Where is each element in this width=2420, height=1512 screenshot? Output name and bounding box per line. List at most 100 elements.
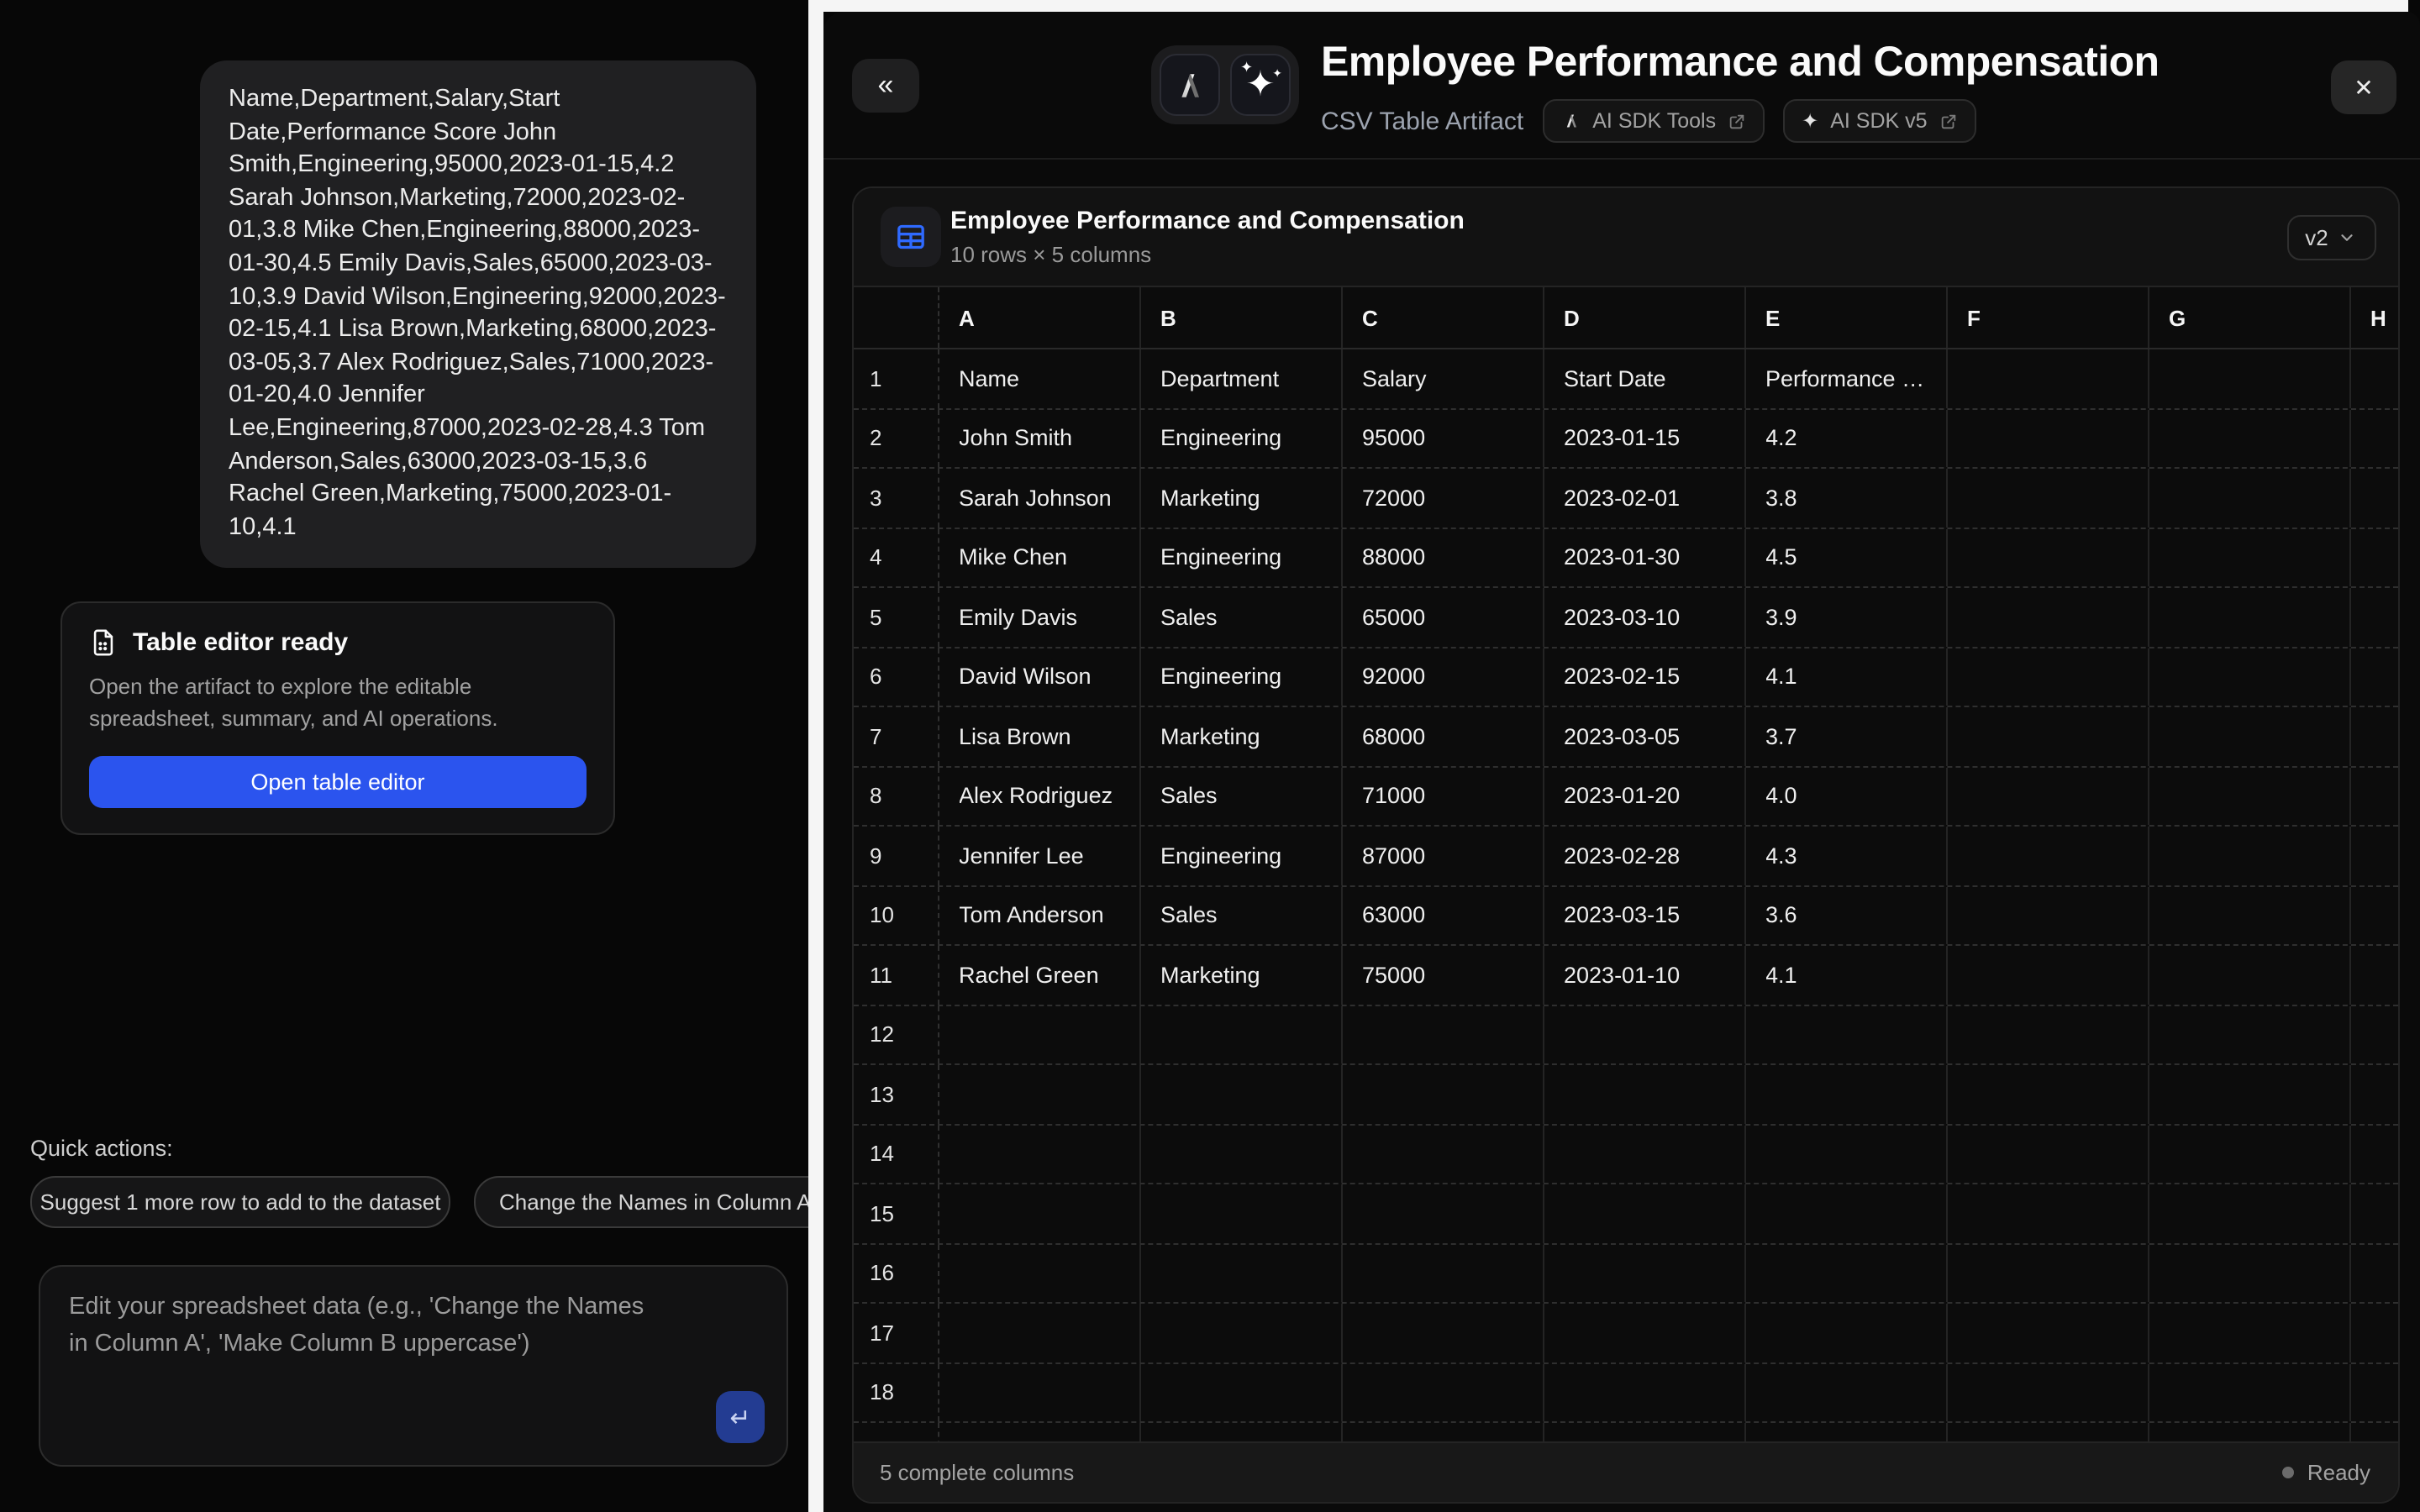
sheet-cell-f3[interactable] (1947, 469, 2149, 527)
row-number[interactable]: 2 (853, 409, 939, 467)
sheet-cell-c14[interactable] (1342, 1125, 1544, 1183)
sheet-cell-g11[interactable] (2149, 946, 2350, 1004)
row-number[interactable]: 7 (853, 707, 939, 765)
sheet-cell-d18[interactable] (1544, 1363, 1745, 1421)
sheet-cell-e13[interactable] (1745, 1065, 1947, 1123)
sheet-cell-h4[interactable] (2350, 528, 2397, 586)
sheet-cell-e7[interactable]: 3.7 (1745, 707, 1947, 765)
sheet-cell-e11[interactable]: 4.1 (1745, 946, 1947, 1004)
sheet-cell-d2[interactable]: 2023-01-15 (1544, 409, 1745, 467)
sheet-cell-b13[interactable] (1140, 1065, 1342, 1123)
sheet-cell-f6[interactable] (1947, 648, 2149, 706)
sheet-cell-e15[interactable] (1745, 1184, 1947, 1242)
sheet-cell-e8[interactable]: 4.0 (1745, 767, 1947, 825)
sheet-cell-h7[interactable] (2350, 707, 2397, 765)
sheet-cell-a16[interactable] (939, 1244, 1140, 1302)
sheet-cell-h9[interactable] (2350, 827, 2397, 885)
sheet-cell-f12[interactable] (1947, 1005, 2149, 1063)
sheet-cell-d3[interactable]: 2023-02-01 (1544, 469, 1745, 527)
sheet-cell-a14[interactable] (939, 1125, 1140, 1183)
sheet-cell-a4[interactable]: Mike Chen (939, 528, 1140, 586)
sheet-cell-b6[interactable]: Engineering (1140, 648, 1342, 706)
sheet-cell-h12[interactable] (2350, 1005, 2397, 1063)
sheet-cell-b3[interactable]: Marketing (1140, 469, 1342, 527)
version-dropdown[interactable]: v2 (2286, 215, 2375, 260)
sheet-cell-e3[interactable]: 3.8 (1745, 469, 1947, 527)
row-number[interactable]: 11 (853, 946, 939, 1004)
row-number[interactable]: 10 (853, 886, 939, 944)
sheet-cell-a3[interactable]: Sarah Johnson (939, 469, 1140, 527)
sheet-cell-b5[interactable]: Sales (1140, 588, 1342, 646)
sheet-cell-e18[interactable] (1745, 1363, 1947, 1421)
sheet-cell-c9[interactable]: 87000 (1342, 827, 1544, 885)
sheet-cell-c5[interactable]: 65000 (1342, 588, 1544, 646)
sheet-cell-e6[interactable]: 4.1 (1745, 648, 1947, 706)
sheet-cell-c6[interactable]: 92000 (1342, 648, 1544, 706)
row-number[interactable]: 18 (853, 1363, 939, 1421)
sheet-cell-c8[interactable]: 71000 (1342, 767, 1544, 825)
row-number[interactable]: 8 (853, 767, 939, 825)
sheet-cell-h13[interactable] (2350, 1065, 2397, 1123)
sheet-cell-a10[interactable]: Tom Anderson (939, 886, 1140, 944)
sheet-cell-f9[interactable] (1947, 827, 2149, 885)
sheet-cell-c4[interactable]: 88000 (1342, 528, 1544, 586)
row-number[interactable]: 1 (853, 349, 939, 407)
sheet-cell-c3[interactable]: 72000 (1342, 469, 1544, 527)
sheet-cell-g2[interactable] (2149, 409, 2350, 467)
sheet-cell-b4[interactable]: Engineering (1140, 528, 1342, 586)
sheet-cell-b16[interactable] (1140, 1244, 1342, 1302)
sheet-cell-h17[interactable] (2350, 1304, 2397, 1362)
sheet-cell-e17[interactable] (1745, 1304, 1947, 1362)
sheet-cell-e10[interactable]: 3.6 (1745, 886, 1947, 944)
sheet-cell-h16[interactable] (2350, 1244, 2397, 1302)
sheet-cell-a15[interactable] (939, 1184, 1140, 1242)
sheet-cell-f2[interactable] (1947, 409, 2149, 467)
sheet-cell-g5[interactable] (2149, 588, 2350, 646)
sheet-cell-a11[interactable]: Rachel Green (939, 946, 1140, 1004)
row-number[interactable]: 14 (853, 1125, 939, 1183)
sheet-cell-e1[interactable]: Performance Score (1745, 349, 1947, 407)
sheet-cell-c11[interactable]: 75000 (1342, 946, 1544, 1004)
sheet-cell-d5[interactable]: 2023-03-10 (1544, 588, 1745, 646)
row-number[interactable]: 4 (853, 528, 939, 586)
sheet-cell-d6[interactable]: 2023-02-15 (1544, 648, 1745, 706)
sheet-cell-d8[interactable]: 2023-01-20 (1544, 767, 1745, 825)
sheet-cell-h14[interactable] (2350, 1125, 2397, 1183)
composer-input[interactable] (40, 1267, 786, 1465)
sheet-cell-f5[interactable] (1947, 588, 2149, 646)
sheet-cell-b8[interactable]: Sales (1140, 767, 1342, 825)
send-button[interactable]: ↵ (716, 1391, 765, 1443)
sheet-cell-e9[interactable]: 4.3 (1745, 827, 1947, 885)
sheet-cell-d15[interactable] (1544, 1184, 1745, 1242)
sheet-cell-a18[interactable] (939, 1363, 1140, 1421)
sheet-cell-e12[interactable] (1745, 1005, 1947, 1063)
row-number[interactable]: 13 (853, 1065, 939, 1123)
sheet-cell-a7[interactable]: Lisa Brown (939, 707, 1140, 765)
sheet-cell-f15[interactable] (1947, 1184, 2149, 1242)
sheet-cell-f18[interactable] (1947, 1363, 2149, 1421)
sheet-cell-h5[interactable] (2350, 588, 2397, 646)
sheet-cell-f4[interactable] (1947, 528, 2149, 586)
sheet-cell-g18[interactable] (2149, 1363, 2350, 1421)
sheet-cell-d16[interactable] (1544, 1244, 1745, 1302)
sheet-cell-d14[interactable] (1544, 1125, 1745, 1183)
sheet-cell-g10[interactable] (2149, 886, 2350, 944)
column-header-b[interactable]: B (1140, 287, 1342, 348)
sheet-cell-d10[interactable]: 2023-03-15 (1544, 886, 1745, 944)
sheet-cell-a2[interactable]: John Smith (939, 409, 1140, 467)
sheet-cell-g1[interactable] (2149, 349, 2350, 407)
column-header-d[interactable]: D (1544, 287, 1745, 348)
sheet-cell-g12[interactable] (2149, 1005, 2350, 1063)
quick-action-suggest-row[interactable]: Suggest 1 more row to add to the dataset (30, 1176, 450, 1228)
sheet-cell-f13[interactable] (1947, 1065, 2149, 1123)
row-number[interactable]: 5 (853, 588, 939, 646)
row-number[interactable]: 15 (853, 1184, 939, 1242)
sheet-cell-f16[interactable] (1947, 1244, 2149, 1302)
sheet-cell-b12[interactable] (1140, 1005, 1342, 1063)
sheet-cell-g4[interactable] (2149, 528, 2350, 586)
sheet-cell-e4[interactable]: 4.5 (1745, 528, 1947, 586)
sheet-cell-b1[interactable]: Department (1140, 349, 1342, 407)
sheet-cell-b9[interactable]: Engineering (1140, 827, 1342, 885)
collapse-button[interactable]: « (852, 59, 919, 113)
sheet-cell-c16[interactable] (1342, 1244, 1544, 1302)
